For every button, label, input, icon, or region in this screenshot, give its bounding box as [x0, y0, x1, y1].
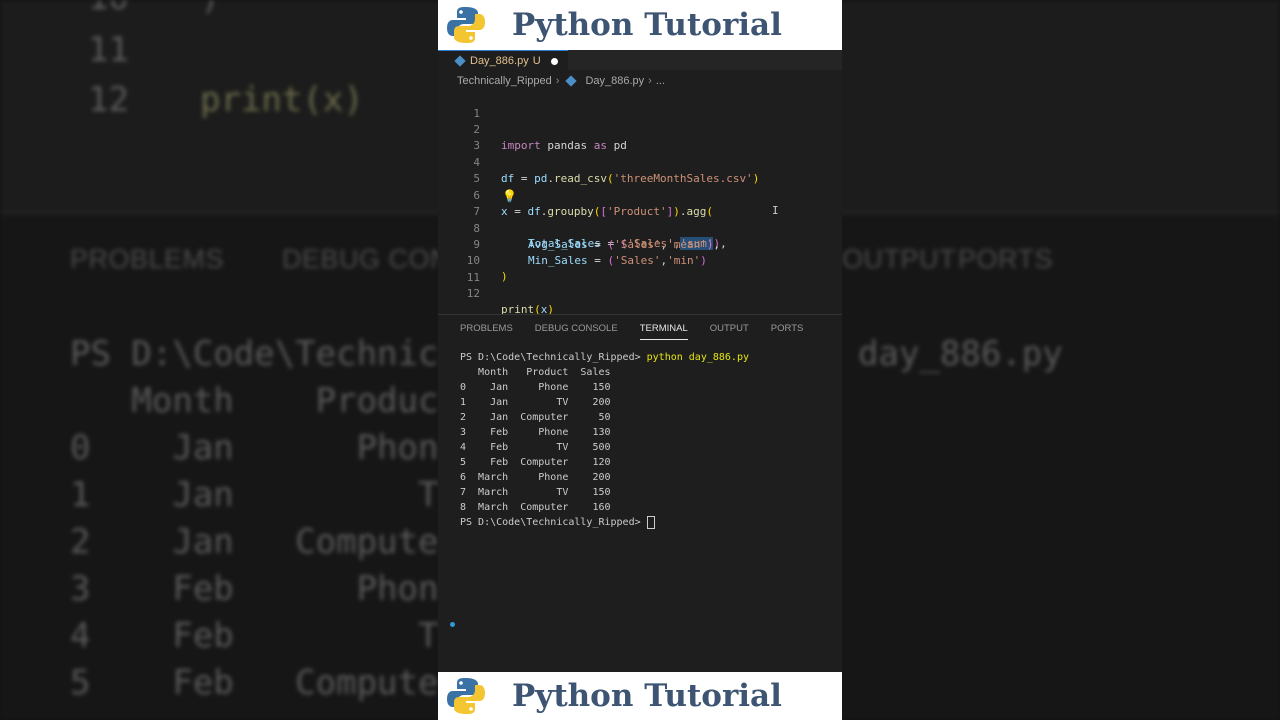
- lightbulb-icon[interactable]: 💡: [502, 188, 517, 204]
- python-file-icon: [565, 75, 578, 87]
- python-logo-icon: [447, 7, 485, 43]
- banner-title: Python Tutorial: [512, 7, 782, 43]
- line-number: 12: [466, 287, 480, 300]
- terminal-row: 1 Jan TV 200: [460, 397, 611, 408]
- python-file-icon: [454, 55, 466, 67]
- code-line: 8 Avg_Sales = ('Sales','mean'),: [438, 205, 842, 251]
- terminal-row: 8 March Computer 160: [460, 502, 611, 513]
- bg-line-number: 10: [88, 0, 129, 18]
- bg-term-line: 2 Jan Computer: [70, 522, 459, 562]
- chevron-right-icon: ›: [555, 75, 560, 87]
- bg-term-line: PS D:\Code\Technica: [70, 334, 459, 374]
- bottom-banner: Python Tutorial: [438, 672, 842, 720]
- top-banner: Python Tutorial: [438, 0, 842, 50]
- unsaved-dot-icon[interactable]: [550, 57, 558, 65]
- code-line: 3: [438, 122, 842, 152]
- terminal-row: 5 Feb Computer 120: [460, 457, 611, 468]
- breadcrumb: Technically_Ripped › Day_886.py › ...: [457, 73, 665, 89]
- terminal-row: 0 Jan Phone 150: [460, 382, 611, 393]
- bg-term-line: 4 Feb TV: [70, 616, 459, 656]
- code-line: 12 print(x): [438, 270, 842, 316]
- code-line: 1: [438, 90, 842, 120]
- bg-line-number: 11: [88, 30, 129, 70]
- terminal-row: 6 March Phone 200: [460, 472, 611, 483]
- chevron-right-icon: ›: [648, 75, 652, 87]
- video-frame: Python Tutorial Day_886.py U Technically…: [438, 0, 842, 720]
- bg-term-line: Month Product: [70, 381, 459, 421]
- tab-terminal[interactable]: TERMINAL: [639, 316, 688, 342]
- python-logo-icon: [447, 678, 485, 714]
- panel-divider: [438, 314, 842, 315]
- code-line: 5: [438, 155, 842, 185]
- terminal-row: 3 Feb Phone 130: [460, 427, 611, 438]
- bg-code-text: ): [200, 0, 220, 18]
- terminal-row: 2 Jan Computer 50: [460, 412, 611, 423]
- terminal-cursor-icon: [646, 515, 655, 529]
- terminal-row: 4 Feb TV 500: [460, 442, 611, 453]
- terminal-table-header: Month Product Sales: [460, 367, 611, 378]
- code-line: 7 💡 Total_Sales = ('Sales','sum'),: [438, 188, 842, 250]
- terminal-command-line: PS D:\Code\Technically_Ripped> python da…: [460, 352, 749, 363]
- bg-tab-output: OUTPUT: [842, 244, 956, 274]
- bg-term-line: 5 Feb Computer: [70, 663, 459, 703]
- status-dot-icon: [450, 622, 455, 627]
- breadcrumb-more[interactable]: ...: [656, 75, 665, 87]
- code-editor[interactable]: 1 2 import pandas as pd 3 4 df = pd.read…: [438, 90, 842, 316]
- tab-problems[interactable]: PROBLEMS: [460, 316, 513, 342]
- bg-term-right: day_886.py: [858, 334, 1063, 374]
- panel-tab-bar: PROBLEMS DEBUG CONSOLE TERMINAL OUTPUT P…: [438, 316, 842, 342]
- breadcrumb-file[interactable]: Day_886.py: [585, 75, 644, 87]
- banner-title: Python Tutorial: [512, 678, 782, 714]
- bg-code-text: print(x): [200, 80, 364, 120]
- editor-tab-bar: Day_886.py U: [438, 50, 842, 71]
- tab-filename: Day_886.py: [470, 55, 529, 67]
- code-line: 10 ): [438, 237, 842, 283]
- breadcrumb-folder[interactable]: Technically_Ripped: [457, 75, 552, 87]
- terminal-output[interactable]: PS D:\Code\Technically_Ripped> python da…: [460, 350, 840, 530]
- tab-day-886[interactable]: Day_886.py U: [438, 50, 568, 71]
- code-line: 4 df = pd.read_csv('threeMonthSales.csv'…: [438, 139, 842, 185]
- bg-term-line: 3 Feb Phone: [70, 569, 459, 609]
- bg-term-line: 0 Jan Phone: [70, 428, 459, 468]
- bg-tab-ports: PORTS: [958, 244, 1054, 274]
- tab-git-status: U: [532, 55, 541, 67]
- code-line: 2 import pandas as pd: [438, 106, 842, 152]
- terminal-row: 7 March TV 150: [460, 487, 611, 498]
- code-line: 6 x = df.groupby(['Product']).agg(: [438, 172, 842, 218]
- bg-term-line: 1 Jan TV: [70, 475, 459, 515]
- mouse-ibeam-cursor-icon: I: [772, 204, 779, 217]
- bg-tab-problems: PROBLEMS: [70, 244, 225, 274]
- bg-line-number: 12: [88, 80, 129, 120]
- tab-output[interactable]: OUTPUT: [710, 316, 749, 342]
- code-line: 9 Min_Sales = ('Sales','min'): [438, 221, 842, 267]
- tab-ports[interactable]: PORTS: [771, 316, 804, 342]
- tab-debug-console[interactable]: DEBUG CONSOLE: [535, 316, 618, 342]
- code-line: 11: [438, 254, 842, 284]
- terminal-final-prompt[interactable]: PS D:\Code\Technically_Ripped>: [460, 515, 840, 530]
